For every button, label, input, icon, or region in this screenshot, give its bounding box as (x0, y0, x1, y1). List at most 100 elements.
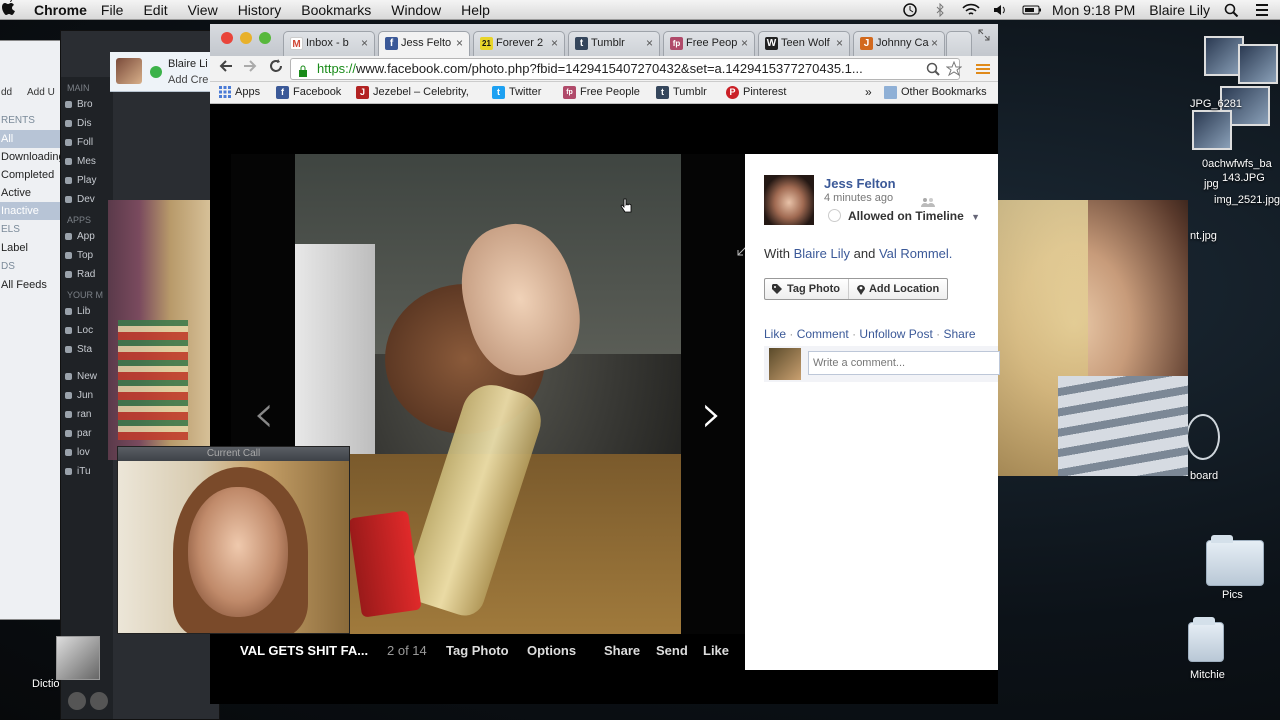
expand-icon[interactable] (737, 242, 745, 256)
rewind-icon[interactable] (68, 692, 86, 710)
battery-icon[interactable] (1022, 3, 1042, 17)
folder-icon[interactable] (1206, 535, 1264, 586)
zoom-icon[interactable] (926, 62, 940, 81)
desktop-photo-thumb[interactable] (1192, 110, 1232, 150)
desktop-file-label[interactable]: JPG_6281 (1190, 98, 1242, 110)
menu-help[interactable]: Help (461, 2, 490, 18)
torrent-add-url-button[interactable]: Add U (27, 87, 55, 98)
bookmark-tumblr[interactable]: t Tumblr (656, 86, 707, 99)
bookmark-pinterest[interactable]: P Pinterest (726, 86, 786, 99)
itunes-item[interactable]: Loc (61, 321, 113, 340)
desktop-file-label[interactable]: jpg (1204, 178, 1219, 190)
volume-icon[interactable] (992, 3, 1008, 17)
unfollow-post-action[interactable]: Unfollow Post (859, 327, 932, 341)
itunes-item[interactable]: Dis (61, 114, 113, 133)
new-tab-button[interactable] (946, 31, 972, 56)
bookmark-facebook[interactable]: f Facebook (276, 86, 341, 99)
torrent-label-item[interactable]: Label (0, 239, 63, 257)
bluetooth-icon[interactable] (932, 2, 948, 18)
itunes-item[interactable]: Sta (61, 340, 113, 359)
torrent-filter-downloading[interactable]: Downloading (0, 148, 63, 166)
address-bar[interactable]: https://www.facebook.com/photo.php?fbid=… (290, 58, 960, 80)
tab-facebook[interactable]: f Jess Felto × (378, 31, 470, 56)
like-link[interactable]: Like (703, 643, 729, 658)
tag-photo-button[interactable]: Tag Photo (765, 279, 848, 299)
bookmark-jezebel[interactable]: J Jezebel – Celebrity, (356, 86, 469, 99)
desktop-file-label[interactable]: img_2521.jpg (1214, 194, 1280, 206)
next-photo-button[interactable]: › (701, 387, 723, 441)
tab-gmail[interactable]: M Inbox - b × (283, 31, 375, 56)
folder-icon[interactable] (1188, 617, 1224, 662)
itunes-playlist[interactable]: lov (61, 443, 113, 462)
menu-view[interactable]: View (188, 2, 218, 18)
author-name[interactable]: Jess Felton (824, 176, 896, 191)
skype-contact-name[interactable]: Blaire Li (168, 58, 208, 70)
close-icon[interactable]: × (456, 32, 463, 54)
itunes-item[interactable]: Bro (61, 95, 113, 114)
timeline-visibility-dropdown[interactable]: Allowed on Timeline ▼ (828, 209, 980, 223)
close-icon[interactable]: × (836, 32, 843, 54)
menu-window[interactable]: Window (391, 2, 441, 18)
menu-edit[interactable]: Edit (143, 2, 167, 18)
torrent-filter-all[interactable]: All (0, 130, 63, 148)
skype-add-credit[interactable]: Add Cre (168, 74, 208, 86)
qr-code-icon[interactable] (56, 636, 100, 680)
notification-center-icon[interactable] (1254, 3, 1270, 17)
bookmarks-overflow-button[interactable]: » (865, 85, 872, 99)
menu-history[interactable]: History (238, 2, 282, 18)
bookmark-twitter[interactable]: t Twitter (492, 86, 541, 99)
desktop-photo-thumb[interactable] (1238, 44, 1278, 84)
play-icon[interactable] (90, 692, 108, 710)
spotlight-icon[interactable] (1224, 3, 1240, 18)
itunes-playlist[interactable]: par (61, 424, 113, 443)
close-icon[interactable]: × (361, 32, 368, 54)
bookmark-free-people[interactable]: fp Free People (563, 86, 640, 99)
share-action[interactable]: Share (943, 327, 975, 341)
options-link[interactable]: Options (527, 643, 576, 658)
torrent-all-feeds[interactable]: All Feeds (0, 276, 63, 294)
desktop-folder-label[interactable]: Pics (1222, 589, 1243, 601)
minimize-window-button[interactable] (240, 32, 252, 44)
itunes-playlist[interactable]: iTu (61, 462, 113, 481)
menu-bookmarks[interactable]: Bookmarks (301, 2, 371, 18)
itunes-item[interactable]: Mes (61, 152, 113, 171)
fullscreen-icon[interactable] (978, 28, 990, 41)
desktop-file-label[interactable]: 143.JPG (1222, 172, 1265, 184)
bookmark-star-icon[interactable] (945, 60, 963, 82)
tab-free-people[interactable]: fp Free Peop × (663, 31, 755, 56)
desktop-file-label[interactable]: board (1190, 470, 1218, 482)
tab-forever21[interactable]: 21 Forever 2 × (473, 31, 565, 56)
forward-button[interactable] (240, 59, 260, 79)
zoom-window-button[interactable] (259, 32, 271, 44)
like-action[interactable]: Like (764, 327, 786, 341)
itunes-item[interactable]: Dev (61, 190, 113, 209)
torrent-filter-active[interactable]: Active (0, 184, 63, 202)
itunes-item[interactable]: Lib (61, 302, 113, 321)
itunes-item[interactable]: Rad (61, 265, 113, 284)
itunes-item[interactable]: Foll (61, 133, 113, 152)
torrent-filter-inactive[interactable]: Inactive (0, 202, 63, 220)
tag-photo-link[interactable]: Tag Photo (446, 643, 509, 658)
torrent-filter-completed[interactable]: Completed (0, 166, 63, 184)
send-link[interactable]: Send (656, 643, 688, 658)
desktop-file-label[interactable]: Dictio (32, 678, 60, 690)
chrome-menu-icon[interactable] (976, 62, 990, 80)
comment-input[interactable]: Write a comment... (808, 351, 1000, 375)
close-window-button[interactable] (221, 32, 233, 44)
itunes-item[interactable]: App (61, 227, 113, 246)
menu-clock[interactable]: Mon 9:18 PM (1052, 2, 1135, 18)
comment-action[interactable]: Comment (797, 327, 849, 341)
menu-file[interactable]: File (101, 2, 124, 18)
desktop-file-label[interactable]: nt.jpg (1190, 230, 1217, 242)
itunes-playlist[interactable]: Jun (61, 386, 113, 405)
skype-current-call[interactable]: Current Call (117, 446, 350, 634)
wifi-icon[interactable] (962, 3, 980, 17)
time-machine-icon[interactable] (902, 3, 918, 17)
post-timestamp[interactable]: 4 minutes ago (824, 192, 893, 204)
close-icon[interactable]: × (551, 32, 558, 54)
menu-user[interactable]: Blaire Lily (1149, 2, 1210, 18)
close-icon[interactable]: × (931, 32, 938, 54)
itunes-item[interactable]: Top (61, 246, 113, 265)
share-link[interactable]: Share (604, 643, 640, 658)
bookmark-apps[interactable]: Apps (218, 86, 260, 98)
